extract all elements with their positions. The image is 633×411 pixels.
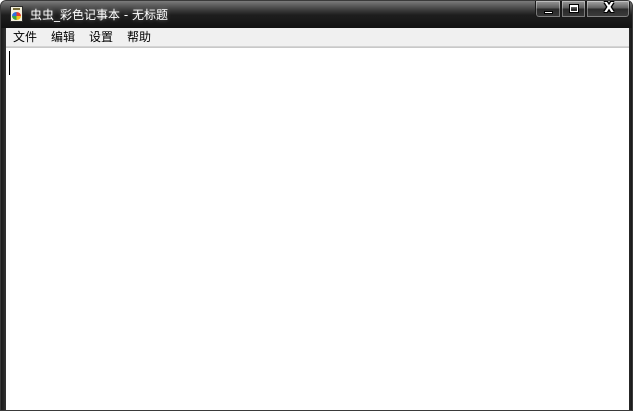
close-icon: X bbox=[603, 1, 615, 16]
menu-help[interactable]: 帮助 bbox=[120, 28, 158, 47]
notepad-color-icon[interactable] bbox=[10, 6, 23, 22]
maximize-icon bbox=[569, 4, 579, 13]
menu-bar: 文件 编辑 设置 帮助 bbox=[6, 28, 629, 47]
menu-edit[interactable]: 编辑 bbox=[44, 28, 82, 47]
minimize-button[interactable] bbox=[535, 1, 561, 18]
icon-color-swatch bbox=[12, 12, 21, 20]
menu-file[interactable]: 文件 bbox=[6, 28, 44, 47]
maximize-button[interactable] bbox=[561, 1, 586, 18]
window-title: 虫虫_彩色记事本 - 无标题 bbox=[30, 8, 168, 22]
client-area: 文件 编辑 设置 帮助 bbox=[6, 28, 629, 410]
text-editor[interactable] bbox=[6, 47, 629, 410]
title-bar[interactable]: 虫虫_彩色记事本 - 无标题 X bbox=[1, 1, 632, 28]
caption-buttons: X bbox=[535, 1, 630, 19]
icon-binding bbox=[13, 8, 20, 10]
text-caret bbox=[9, 51, 10, 75]
close-button[interactable]: X bbox=[586, 1, 630, 18]
menu-settings[interactable]: 设置 bbox=[82, 28, 120, 47]
app-window: 虫虫_彩色记事本 - 无标题 X 文件 编辑 设置 帮助 bbox=[0, 0, 633, 411]
minimize-icon bbox=[544, 11, 553, 14]
